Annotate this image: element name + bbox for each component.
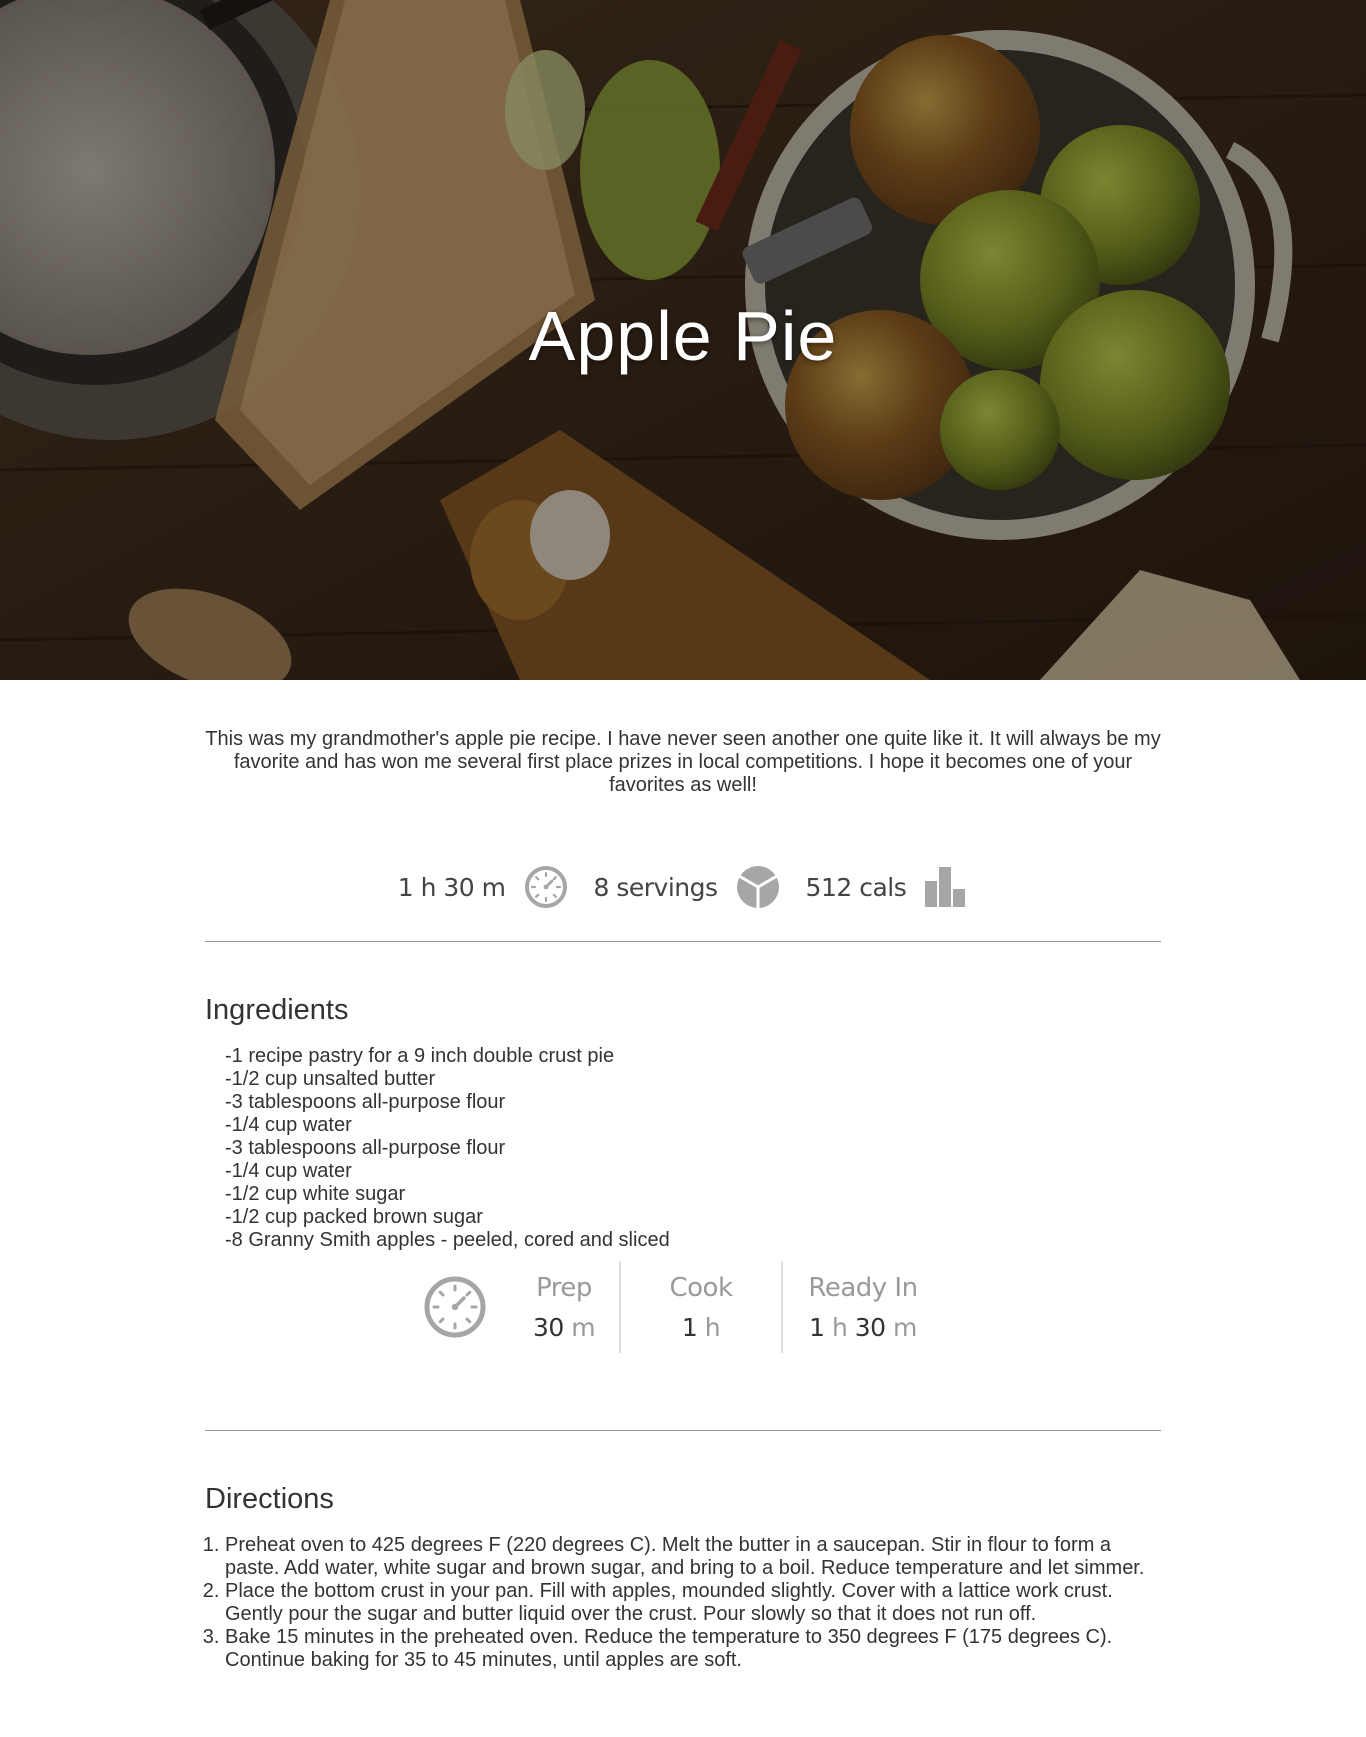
ingredient-item: -1/2 cup white sugar [225,1183,406,1205]
ingredient-item: -3 tablespoons all-purpose flour [225,1137,506,1159]
prep-time: Prep 30 m [509,1261,619,1353]
ready-in-label: Ready In [808,1272,918,1303]
ingredient-item: -1/4 cup water [225,1160,352,1182]
clock-icon [524,866,567,908]
direction-step: Bake 15 minutes in the preheated oven. R… [225,1626,1161,1672]
ingredient-item: -1/2 cup packed brown sugar [225,1206,483,1228]
recipe-description: This was my grandmother's apple pie reci… [205,728,1161,796]
total-time-stat: 1 h 30 m [398,865,594,909]
direction-step: Preheat oven to 425 degrees F (220 degre… [225,1534,1161,1580]
ready-in-time: Ready In 1 h 30 m [781,1261,943,1353]
section-divider [205,941,1161,942]
prep-label: Prep [536,1272,592,1303]
pie-icon [736,866,779,909]
ingredients-heading: Ingredients [205,994,349,1026]
section-divider [205,1430,1161,1431]
recipe-summary-stats: 1 h 30 m 8 servings 512 cals [205,857,1161,917]
servings-stat: 8 servings [594,865,806,909]
calories-stat: 512 cals [806,865,969,909]
recipe-content: This was my grandmother's apple pie reci… [205,728,1161,1672]
ingredient-item: -8 Granny Smith apples - peeled, cored a… [225,1229,670,1251]
cook-label: Cook [669,1272,733,1303]
direction-step: Place the bottom crust in your pan. Fill… [225,1580,1161,1626]
directions-heading: Directions [205,1483,334,1515]
clock-icon [424,1276,486,1338]
calories-value: 512 cals [805,872,907,902]
ingredient-item: -1/2 cup unsalted butter [225,1068,436,1090]
cook-value: 1 h [681,1312,721,1342]
recipe-title: Apple Pie [528,297,838,375]
directions-list: Preheat oven to 425 degrees F (220 degre… [205,1534,1161,1672]
ingredient-item: -3 tablespoons all-purpose flour [225,1091,506,1113]
ingredients-list: -1 recipe pastry for a 9 inch double cru… [205,1045,1161,1252]
ready-in-value: 1 h 30 m [809,1312,917,1342]
cook-time: Cook 1 h [619,1261,781,1353]
time-breakdown: Prep 30 m Cook 1 h Ready In 1 h 30 m [205,1260,1161,1354]
hero-banner: Apple Pie [0,0,1366,680]
total-time-value: 1 h 30 m [397,872,506,902]
ingredient-item: -1/4 cup water [225,1114,352,1136]
prep-value: 30 m [532,1312,596,1342]
servings-value: 8 servings [593,872,719,902]
ingredient-item: -1 recipe pastry for a 9 inch double cru… [225,1045,615,1067]
bar-chart-icon [925,867,966,907]
